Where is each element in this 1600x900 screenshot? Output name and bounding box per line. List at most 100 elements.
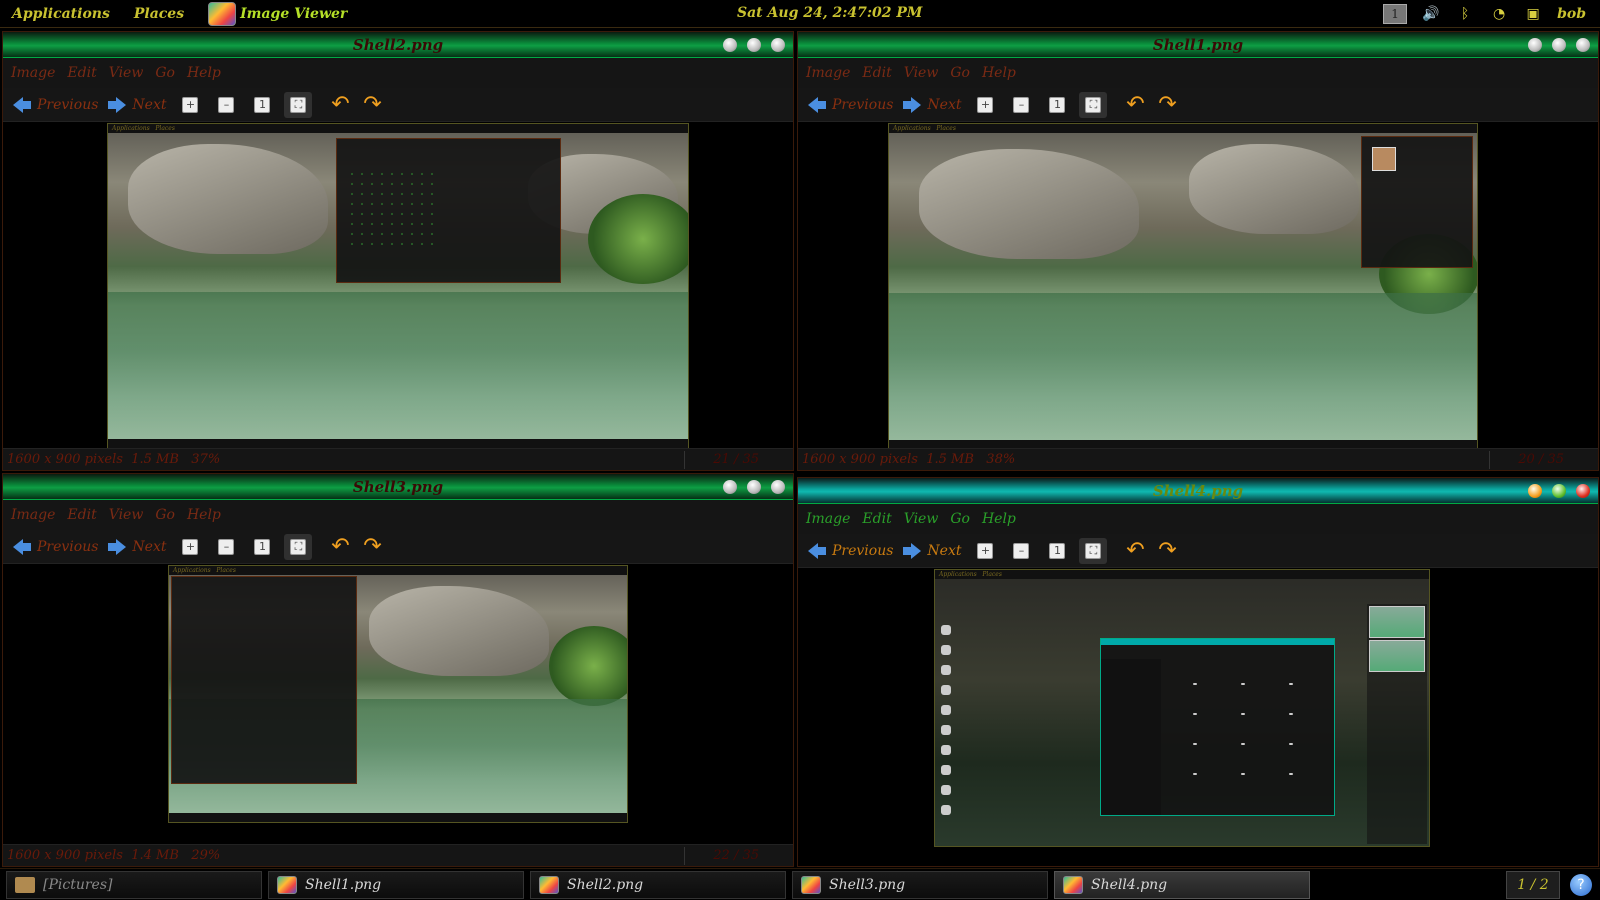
title-bar[interactable]: Shell2.png	[3, 32, 793, 58]
task-shell2[interactable]: Shell2.png	[530, 870, 786, 899]
menu-edit[interactable]: Edit	[862, 511, 891, 527]
next-button[interactable]: Next	[108, 96, 166, 113]
rotate-left-button[interactable]: ↶	[1123, 539, 1147, 562]
zoom-in-button[interactable]: +	[971, 92, 999, 118]
next-button[interactable]: Next	[903, 542, 961, 559]
previous-button[interactable]: Previous	[13, 96, 98, 113]
rotate-left-button[interactable]: ↶	[328, 93, 352, 116]
close-button[interactable]	[1576, 38, 1590, 52]
clock[interactable]: Sat Aug 24, 2:47:02 PM	[725, 5, 934, 21]
active-app-menu[interactable]: Image Viewer	[196, 1, 359, 26]
best-fit-button[interactable]: ⛶	[1079, 537, 1108, 564]
close-button[interactable]	[771, 480, 785, 494]
menu-image[interactable]: Image	[806, 65, 850, 81]
previous-button[interactable]: Previous	[808, 542, 893, 559]
maximize-button[interactable]	[747, 480, 761, 494]
image-viewport[interactable]: Applications Places	[798, 123, 1598, 450]
title-bar[interactable]: Shell1.png	[798, 32, 1598, 58]
volume-icon[interactable]: 🔊	[1421, 6, 1441, 22]
menu-help[interactable]: Help	[187, 65, 221, 81]
maximize-button[interactable]	[1552, 38, 1566, 52]
menu-image[interactable]: Image	[11, 507, 55, 523]
menu-view[interactable]: View	[904, 511, 939, 527]
wifi-icon[interactable]: ◔	[1489, 6, 1509, 22]
window-shell3[interactable]: Shell3.png Image Edit View Go Help Previ…	[2, 473, 794, 867]
menu-edit[interactable]: Edit	[67, 507, 96, 523]
zoom-out-button[interactable]: –	[212, 92, 240, 118]
menu-image[interactable]: Image	[11, 65, 55, 81]
rotate-left-button[interactable]: ↶	[328, 535, 352, 558]
close-button[interactable]	[1576, 484, 1590, 498]
zoom-out-button[interactable]: –	[1007, 92, 1035, 118]
task-shell1[interactable]: Shell1.png	[268, 870, 524, 899]
zoom-in-button[interactable]: +	[176, 534, 204, 560]
window-title: Shell2.png	[352, 36, 444, 54]
workspace-pager[interactable]: 1 / 2	[1506, 871, 1560, 899]
maximize-button[interactable]	[1552, 484, 1566, 498]
next-button[interactable]: Next	[903, 96, 961, 113]
minimize-button[interactable]	[1528, 484, 1542, 498]
minimize-button[interactable]	[1528, 38, 1542, 52]
image-viewport[interactable]: Applications Places	[3, 123, 793, 449]
zoom-out-icon: –	[218, 538, 235, 555]
zoom-in-button[interactable]: +	[971, 538, 999, 564]
menu-go[interactable]: Go	[155, 65, 175, 81]
next-button[interactable]: Next	[108, 538, 166, 555]
menu-go[interactable]: Go	[950, 511, 970, 527]
menu-help[interactable]: Help	[982, 511, 1016, 527]
workspace-switcher[interactable]: 1	[1383, 4, 1408, 24]
window-shell4[interactable]: Shell4.png Image Edit View Go Help Previ…	[797, 477, 1599, 867]
menu-view[interactable]: View	[904, 65, 939, 81]
menu-view[interactable]: View	[109, 65, 144, 81]
task-shell4[interactable]: Shell4.png	[1054, 870, 1310, 899]
menu-go[interactable]: Go	[950, 65, 970, 81]
best-fit-button[interactable]: ⛶	[1079, 91, 1108, 118]
menu-edit[interactable]: Edit	[67, 65, 96, 81]
window-shell1[interactable]: Shell1.png Image Edit View Go Help Previ…	[797, 31, 1599, 471]
normal-size-button[interactable]: 1	[248, 92, 276, 118]
window-shell2[interactable]: Shell2.png Image Edit View Go Help Previ…	[2, 31, 794, 471]
task-pictures[interactable]: [Pictures]	[6, 870, 262, 899]
zoom-in-button[interactable]: +	[176, 92, 204, 118]
zoom-out-button[interactable]: –	[212, 534, 240, 560]
image-viewport[interactable]: Applications Places	[3, 565, 793, 844]
normal-size-button[interactable]: 1	[1043, 538, 1071, 564]
arrow-right-icon	[903, 542, 922, 559]
close-button[interactable]	[771, 38, 785, 52]
menu-edit[interactable]: Edit	[862, 65, 891, 81]
normal-size-button[interactable]: 1	[1043, 92, 1071, 118]
status-bar: 1600 x 900 pixels 1.5 MB 38% 20 / 35	[798, 448, 1598, 470]
previous-button[interactable]: Previous	[13, 538, 98, 555]
menu-image[interactable]: Image	[806, 511, 850, 527]
menu-help[interactable]: Help	[187, 507, 221, 523]
best-fit-button[interactable]: ⛶	[284, 91, 313, 118]
rotate-right-button[interactable]: ↷	[360, 535, 384, 558]
minimize-button[interactable]	[723, 38, 737, 52]
best-fit-button[interactable]: ⛶	[284, 533, 313, 560]
menu-bar: Image Edit View Go Help	[3, 58, 793, 88]
previous-button[interactable]: Previous	[808, 96, 893, 113]
menu-go[interactable]: Go	[155, 507, 175, 523]
user-menu[interactable]: bob	[1557, 6, 1586, 22]
help-icon[interactable]: ?	[1570, 874, 1592, 896]
zoom-out-button[interactable]: –	[1007, 538, 1035, 564]
maximize-button[interactable]	[747, 38, 761, 52]
rotate-left-button[interactable]: ↶	[1123, 93, 1147, 116]
user-menu-popup-thumbnail	[1361, 136, 1473, 268]
chat-icon[interactable]: ▣	[1523, 6, 1543, 22]
places-menu[interactable]: Places	[122, 6, 196, 22]
title-bar[interactable]: Shell4.png	[798, 478, 1598, 504]
title-bar[interactable]: Shell3.png	[3, 474, 793, 500]
menu-view[interactable]: View	[109, 507, 144, 523]
rotate-right-button[interactable]: ↷	[1155, 93, 1179, 116]
normal-size-button[interactable]: 1	[248, 534, 276, 560]
normal-size-icon: 1	[254, 96, 271, 113]
rotate-right-button[interactable]: ↷	[1155, 539, 1179, 562]
bluetooth-icon[interactable]: ᛒ	[1455, 6, 1475, 22]
menu-help[interactable]: Help	[982, 65, 1016, 81]
rotate-right-button[interactable]: ↷	[360, 93, 384, 116]
task-shell3[interactable]: Shell3.png	[792, 870, 1048, 899]
applications-menu[interactable]: Applications	[0, 6, 122, 22]
minimize-button[interactable]	[723, 480, 737, 494]
image-viewport[interactable]: Applications Places	[798, 569, 1598, 866]
